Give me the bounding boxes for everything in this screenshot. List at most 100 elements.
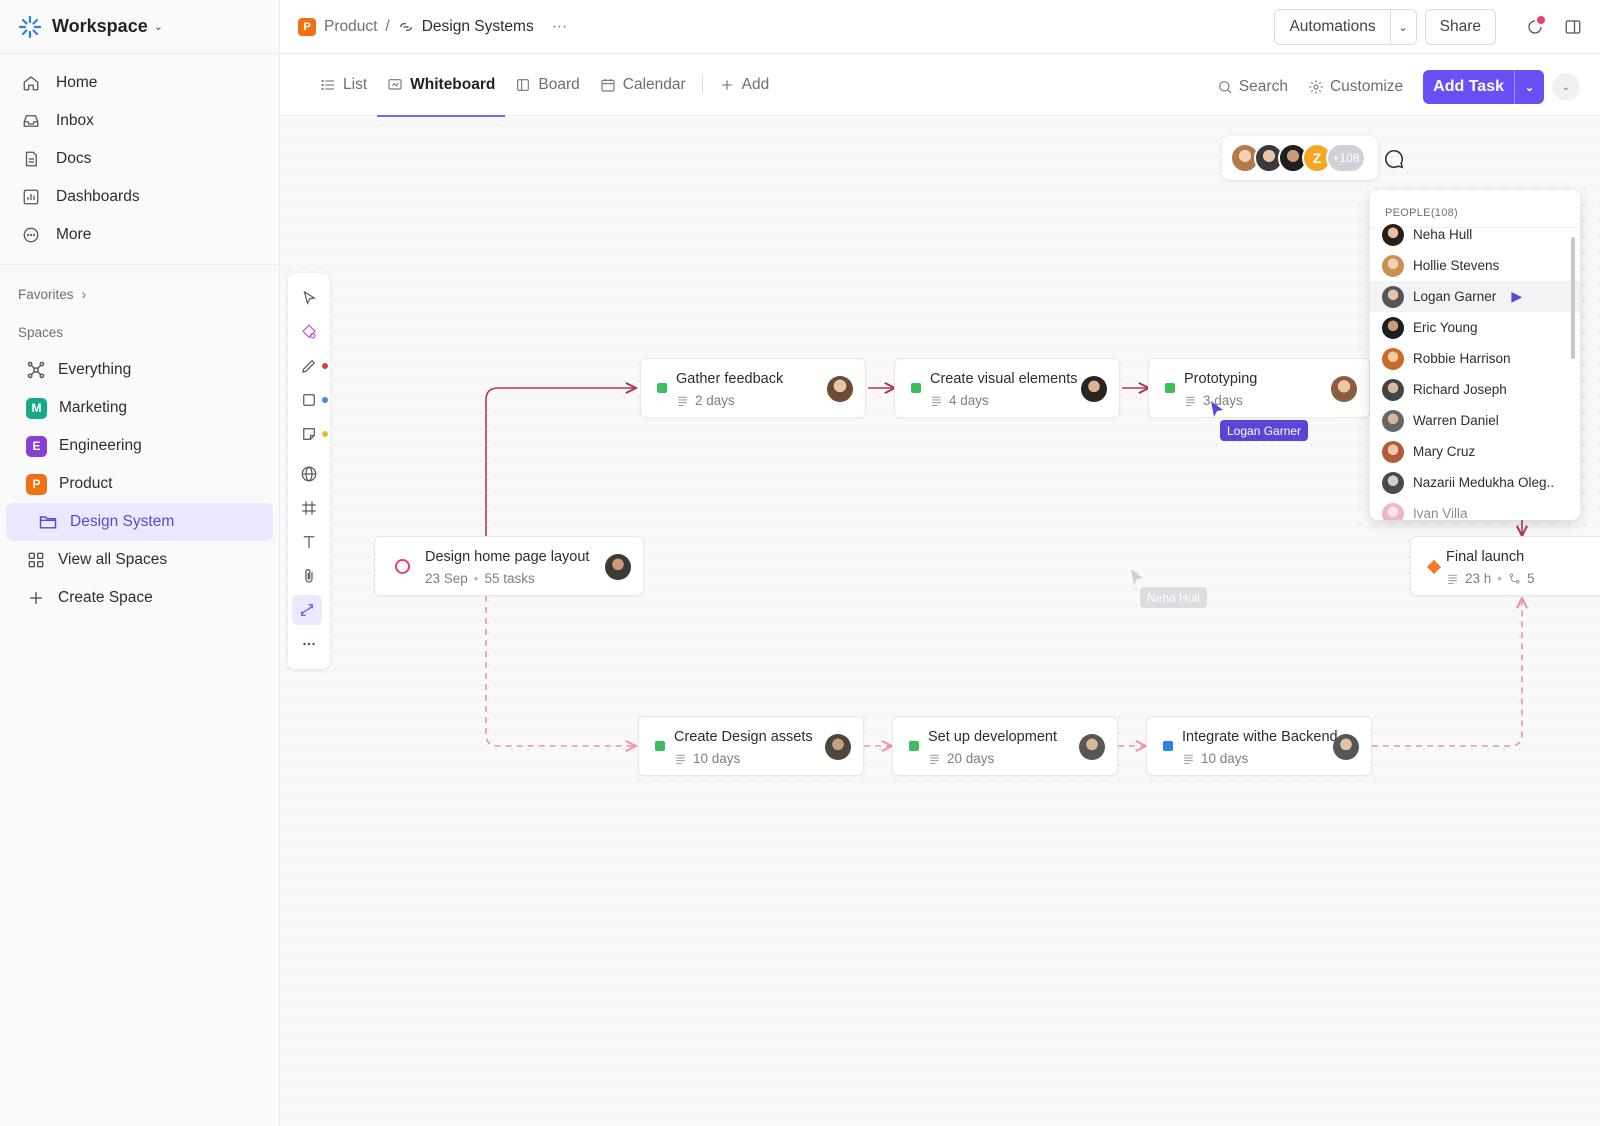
plus-icon: [30, 592, 42, 604]
connector-tool[interactable]: [292, 595, 322, 625]
task-card-create-visual-elements[interactable]: Create visual elements 4 days: [894, 358, 1120, 418]
person-item[interactable]: Neha Hull: [1370, 219, 1580, 250]
task-subtasks: 55 tasks: [484, 571, 535, 586]
shape-tool[interactable]: [288, 385, 330, 415]
task-card-create-design-assets[interactable]: Create Design assets 10 days: [638, 716, 864, 776]
task-card-design-home-page-layout[interactable]: Design home page layout 23 Sep • 55 task…: [374, 536, 644, 596]
notifications-button[interactable]: [1520, 12, 1550, 42]
nav-item-more[interactable]: More: [8, 216, 271, 254]
board-icon: [517, 78, 530, 91]
attach-tool[interactable]: [288, 561, 330, 591]
person-item[interactable]: Logan Garner ▶: [1370, 281, 1580, 312]
person-item[interactable]: Eric Young: [1370, 312, 1580, 343]
ai-shapes-tool[interactable]: [288, 317, 330, 347]
space-product[interactable]: P Product: [6, 465, 273, 503]
space-badge: E: [26, 435, 47, 457]
person-item[interactable]: Mary Cruz: [1370, 436, 1580, 467]
avatar[interactable]: [1333, 734, 1359, 760]
status-square: [909, 741, 919, 751]
nav-item-dashboards[interactable]: Dashboards: [8, 178, 271, 216]
sticky-note-tool[interactable]: [288, 419, 330, 449]
task-duration: 20 days: [947, 751, 995, 766]
chevron-down-icon: ⌄: [153, 21, 163, 33]
extra-members-count[interactable]: +108: [1326, 143, 1366, 173]
customize-label: Customize: [1329, 78, 1404, 95]
connector-icon: [301, 604, 313, 616]
customize-button[interactable]: Customize: [1308, 78, 1403, 96]
add-task-button[interactable]: Add Task ⌄: [1423, 70, 1544, 104]
chat-bubble-icon[interactable]: [1383, 148, 1405, 170]
folder-design-system[interactable]: Design System: [6, 503, 273, 541]
cursor-label-logan: Logan Garner: [1220, 420, 1309, 441]
chevron-down-icon[interactable]: ⌄: [1389, 10, 1416, 44]
plus-icon: [721, 79, 732, 90]
create-space[interactable]: Create Space: [6, 579, 273, 617]
person-item[interactable]: Robbie Harrison: [1370, 343, 1580, 374]
person-item[interactable]: Warren Daniel: [1370, 405, 1580, 436]
folder-icon: [39, 516, 57, 529]
task-card-gather-feedback[interactable]: Gather feedback 2 days: [640, 358, 866, 418]
avatar[interactable]: [1079, 734, 1105, 760]
space-engineering[interactable]: E Engineering: [6, 427, 273, 465]
space-label: View all Spaces: [58, 551, 168, 568]
more-options-icon[interactable]: ···: [552, 18, 568, 36]
person-item[interactable]: Hollie Stevens: [1370, 250, 1580, 281]
frame-tool[interactable]: [288, 493, 330, 523]
more-horizontal-icon: [303, 642, 315, 646]
avatar: [1382, 347, 1404, 370]
people-scrollbar[interactable]: [1571, 237, 1575, 359]
avatar: [1382, 285, 1404, 308]
pen-tool[interactable]: [288, 351, 330, 381]
person-item[interactable]: Nazarii Medukha Oleg..: [1370, 467, 1580, 498]
avatar[interactable]: [1081, 376, 1107, 402]
share-button[interactable]: Share: [1424, 9, 1496, 45]
automations-label: Automations: [1289, 18, 1376, 35]
breadcrumb-page[interactable]: Design Systems: [422, 18, 534, 36]
workspace-switcher[interactable]: Workspace ⌄: [0, 0, 279, 54]
space-marketing[interactable]: M Marketing: [6, 389, 273, 427]
task-card-prototyping[interactable]: Prototyping 3 days: [1148, 358, 1370, 418]
collaborators-group[interactable]: Z +108: [1222, 136, 1378, 180]
embed-tool[interactable]: [288, 459, 330, 489]
live-cursor-neha: [1131, 569, 1143, 585]
more-tools[interactable]: [288, 629, 330, 659]
tab-board[interactable]: Board: [505, 54, 589, 116]
notification-dot: [1537, 16, 1545, 24]
task-title: Create Design assets: [674, 729, 813, 745]
avatar[interactable]: [1331, 376, 1357, 402]
add-view-label: Add: [741, 75, 770, 93]
status-square: [657, 383, 667, 393]
task-card-set-up-development[interactable]: Set up development 20 days: [892, 716, 1118, 776]
person-item[interactable]: Richard Joseph: [1370, 374, 1580, 405]
chevron-down-icon[interactable]: ⌄: [1514, 70, 1544, 104]
add-view-button[interactable]: Add: [709, 54, 780, 116]
space-label: Product: [59, 475, 113, 492]
nav-item-docs[interactable]: Docs: [8, 140, 271, 178]
home-icon: [23, 76, 39, 91]
tab-calendar[interactable]: Calendar: [590, 54, 696, 116]
avatar[interactable]: [825, 734, 851, 760]
task-meta: 23 Sep • 55 tasks: [425, 571, 535, 586]
person-item[interactable]: Ivan Villa: [1370, 498, 1580, 520]
tab-whiteboard[interactable]: Whiteboard: [377, 54, 506, 117]
space-everything[interactable]: Everything: [6, 351, 273, 389]
avatar[interactable]: [605, 554, 631, 580]
task-card-integrate-backend[interactable]: Integrate withe Backend 10 days: [1146, 716, 1372, 776]
tab-list[interactable]: List: [310, 54, 377, 116]
nav-item-inbox[interactable]: Inbox: [8, 102, 271, 140]
dependency-icon: [1509, 573, 1520, 584]
automations-button[interactable]: Automations ⌄: [1274, 9, 1417, 45]
select-tool[interactable]: [288, 283, 330, 313]
search-button[interactable]: Search: [1217, 78, 1288, 96]
collapse-chevron-icon[interactable]: ⌄: [1552, 73, 1580, 101]
person-name: Neha Hull: [1413, 227, 1473, 242]
nav-item-home[interactable]: Home: [8, 64, 271, 102]
layout-toggle-button[interactable]: [1558, 12, 1588, 42]
avatar[interactable]: [827, 376, 853, 402]
task-card-final-launch[interactable]: Final launch 23 h • 5: [1410, 536, 1600, 596]
text-tool[interactable]: [288, 527, 330, 557]
search-icon: [1218, 81, 1232, 94]
view-all-spaces[interactable]: View all Spaces: [6, 541, 273, 579]
favorites-section[interactable]: Favorites ›: [0, 275, 279, 313]
breadcrumb-space[interactable]: Product: [324, 18, 377, 36]
